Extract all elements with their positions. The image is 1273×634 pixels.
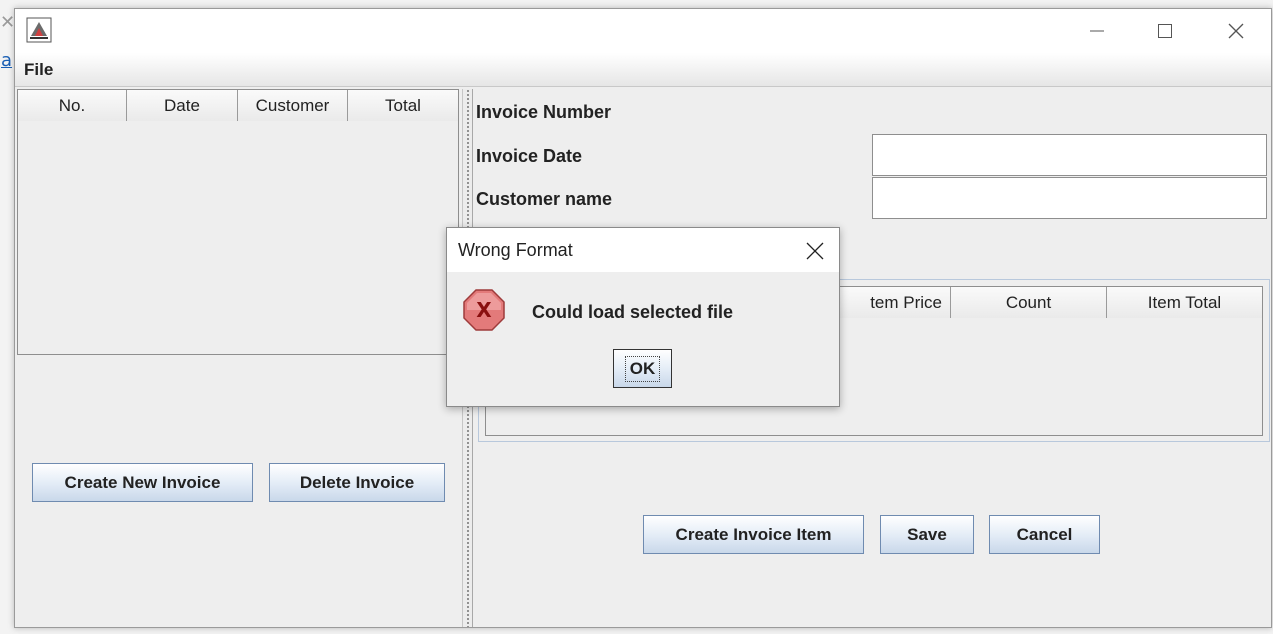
column-header-total[interactable]: Total [348, 90, 458, 121]
wrong-format-dialog: Wrong Format X Could load selected file … [446, 227, 840, 407]
background-close-glyph: ✕ [0, 12, 16, 33]
invoices-table[interactable]: No. Date Customer Total [17, 89, 459, 355]
close-icon [806, 242, 824, 260]
column-header-count[interactable]: Count [951, 287, 1107, 318]
column-header-no[interactable]: No. [18, 90, 127, 121]
dialog-ok-button[interactable]: OK [613, 349, 672, 388]
menu-file[interactable]: File [24, 60, 53, 80]
maximize-icon [1158, 24, 1172, 38]
cancel-button[interactable]: Cancel [989, 515, 1100, 554]
create-new-invoice-button[interactable]: Create New Invoice [32, 463, 253, 502]
error-icon: X [463, 289, 505, 331]
minimize-button[interactable] [1074, 15, 1120, 47]
maximize-button[interactable] [1142, 15, 1188, 47]
create-invoice-item-button[interactable]: Create Invoice Item [643, 515, 864, 554]
title-bar [15, 9, 1271, 53]
invoice-number-label: Invoice Number [476, 102, 612, 122]
close-icon [1228, 23, 1244, 39]
delete-invoice-button[interactable]: Delete Invoice [269, 463, 445, 502]
menu-bar: File [15, 53, 1271, 87]
invoice-date-label: Invoice Date [476, 146, 583, 166]
invoice-date-field[interactable] [872, 134, 1267, 176]
minimize-icon [1090, 30, 1104, 32]
dialog-title: Wrong Format [458, 240, 573, 260]
background-link-glyph: a [1, 50, 13, 71]
dialog-ok-label: OK [624, 355, 661, 382]
customer-name-field[interactable] [872, 177, 1267, 219]
column-header-date[interactable]: Date [127, 90, 238, 121]
svg-text:X: X [476, 298, 492, 322]
invoices-table-header: No. Date Customer Total [18, 90, 458, 121]
customer-name-label: Customer name [476, 189, 613, 209]
invoices-pane: No. Date Customer Total Create New Invoi… [16, 89, 462, 627]
dialog-title-bar: Wrong Format [447, 228, 839, 272]
dialog-close-button[interactable] [802, 238, 828, 264]
java-app-icon [26, 17, 52, 43]
column-header-item-total[interactable]: Item Total [1107, 287, 1262, 318]
save-button[interactable]: Save [880, 515, 974, 554]
column-header-customer[interactable]: Customer [238, 90, 348, 121]
dialog-message: Could load selected file [532, 302, 734, 322]
close-window-button[interactable] [1213, 15, 1259, 47]
